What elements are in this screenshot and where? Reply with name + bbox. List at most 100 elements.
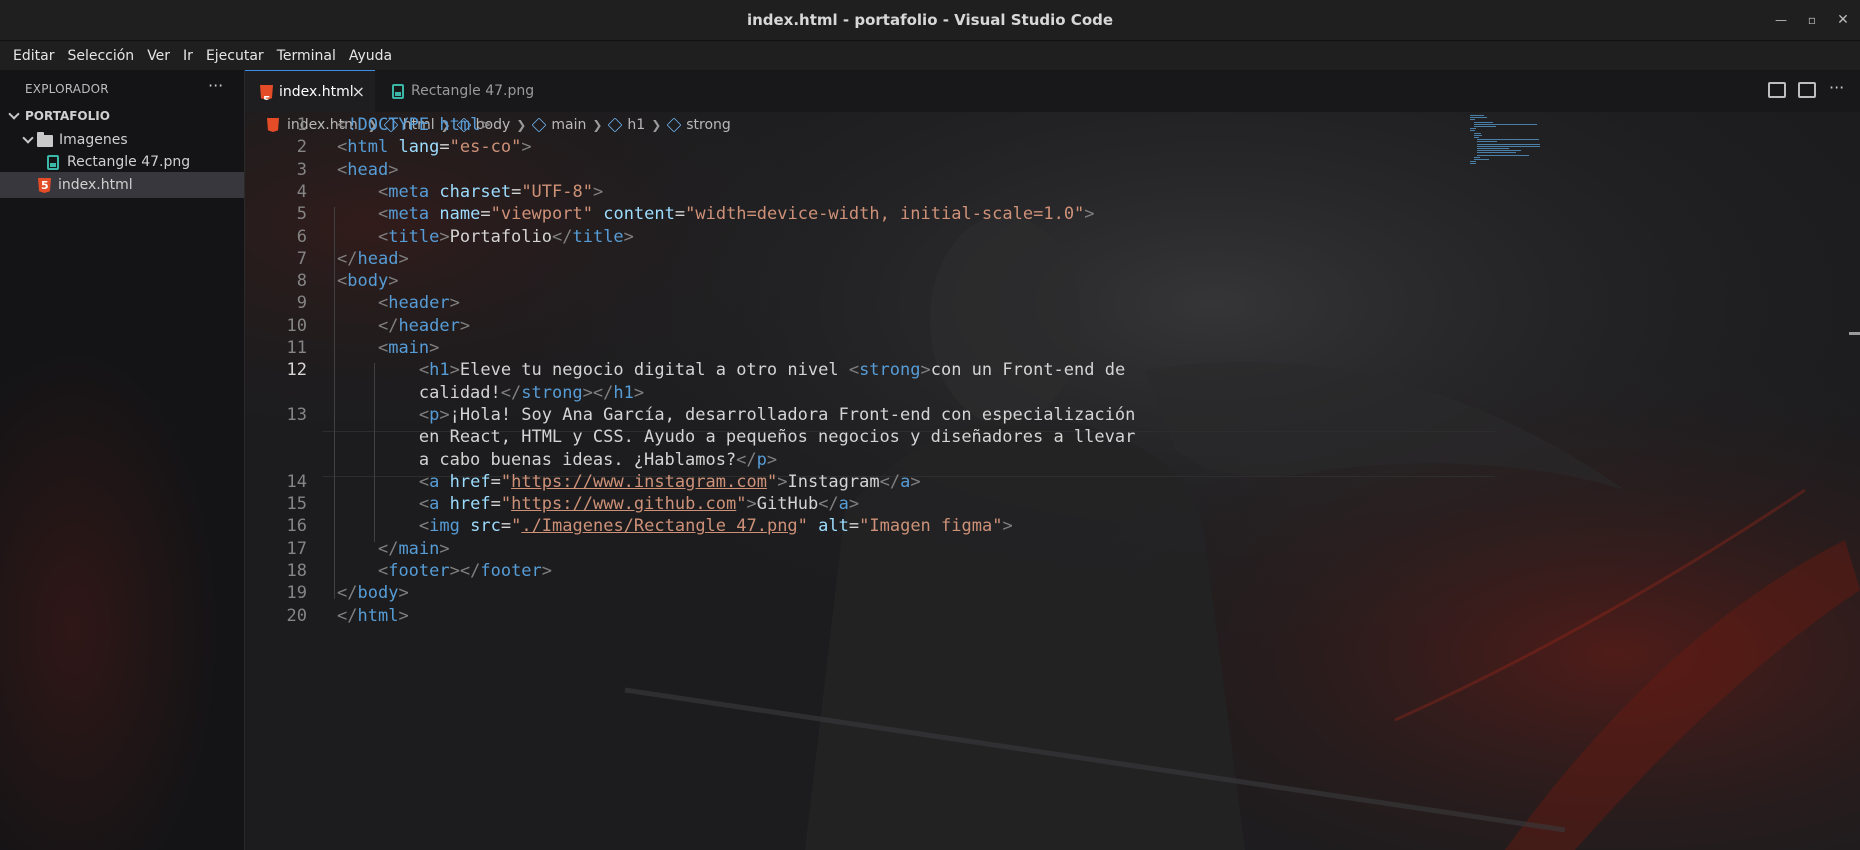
minimap-line: [1473, 134, 1482, 136]
minimap-line: [1473, 156, 1480, 158]
menu-ayuda[interactable]: Ayuda: [342, 44, 398, 68]
line-number[interactable]: 17: [245, 539, 307, 559]
minimap-line: [1477, 145, 1541, 147]
image-file-icon: [47, 155, 59, 170]
minimap-line: [1477, 154, 1530, 156]
minimap[interactable]: [1470, 115, 1590, 195]
folder-root-portafolio[interactable]: PORTAFOLIO: [0, 103, 244, 129]
line-number[interactable]: 19: [245, 583, 307, 603]
code-line[interactable]: <img src="./Imagenes/Rectangle 47.png" a…: [337, 516, 1013, 536]
file-index-html[interactable]: index.html: [0, 172, 244, 198]
line-number[interactable]: 14: [245, 472, 307, 492]
menu-ir[interactable]: Ir: [176, 44, 199, 68]
minimap-line: [1473, 121, 1494, 123]
tab-index-html[interactable]: index.html ×: [245, 70, 375, 112]
line-number[interactable]: 12: [245, 360, 307, 380]
tab-bar: index.html × Rectangle 47.png ···: [245, 70, 1860, 112]
code-line[interactable]: </main>: [337, 539, 450, 559]
line-number[interactable]: 10: [245, 316, 307, 336]
code-line[interactable]: calidad!</strong></h1>: [337, 383, 644, 403]
code-line[interactable]: <head>: [337, 160, 398, 180]
minimap-line: [1470, 161, 1477, 163]
code-line[interactable]: en React, HTML y CSS. Ayudo a pequeños n…: [337, 427, 1135, 447]
line-number[interactable]: 5: [245, 204, 307, 224]
indent-guide: [374, 363, 375, 542]
code-line[interactable]: <main>: [337, 338, 439, 358]
line-number[interactable]: 2: [245, 137, 307, 157]
indent-guide: [334, 207, 335, 599]
explorer-sidebar: EXPLORADOR ··· PORTAFOLIO Imagenes Recta…: [0, 70, 245, 850]
line-number[interactable]: 16: [245, 516, 307, 536]
line-number[interactable]: 9: [245, 293, 307, 313]
code-line[interactable]: <body>: [337, 271, 398, 291]
code-line[interactable]: <meta name="viewport" content="width=dev…: [337, 204, 1095, 224]
line-number[interactable]: 18: [245, 561, 307, 581]
more-actions-icon[interactable]: ···: [208, 76, 223, 95]
line-number[interactable]: 11: [245, 338, 307, 358]
minimap-line: [1477, 152, 1516, 154]
code-line[interactable]: <title>Portafolio</title>: [337, 227, 634, 247]
minimap-line: [1477, 150, 1522, 152]
explorer-header: EXPLORADOR: [25, 82, 109, 96]
minimap-line: [1477, 139, 1540, 141]
minimap-line: [1473, 159, 1489, 160]
line-number[interactable]: 4: [245, 182, 307, 202]
close-window-icon[interactable]: ✕: [1832, 10, 1854, 30]
folder-open-icon: [37, 132, 53, 147]
line-number[interactable]: 15: [245, 494, 307, 514]
minimap-line: [1470, 119, 1476, 121]
scrollbar-marker[interactable]: [1849, 332, 1860, 335]
line-number[interactable]: 1: [245, 115, 307, 135]
minimap-line: [1473, 132, 1481, 134]
code-line[interactable]: <meta charset="UTF-8">: [337, 182, 603, 202]
line-number[interactable]: 6: [245, 227, 307, 247]
minimap-line: [1470, 117, 1488, 119]
maximize-icon[interactable]: ▫: [1801, 10, 1823, 30]
open-preview-icon[interactable]: [1768, 82, 1786, 98]
minimap-line: [1473, 126, 1497, 127]
html-file-icon: [38, 178, 51, 193]
close-tab-icon[interactable]: ×: [352, 71, 365, 113]
menu-ver[interactable]: Ver: [140, 44, 176, 68]
window-title: index.html - portafolio - Visual Studio …: [746, 11, 1114, 29]
chevron-down-icon: [22, 134, 34, 146]
split-editor-icon[interactable]: [1798, 82, 1816, 98]
menu-terminal[interactable]: Terminal: [270, 44, 342, 68]
html-file-icon: [260, 85, 273, 100]
file-label: index.html: [58, 177, 133, 193]
line-number[interactable]: 13: [245, 405, 307, 425]
line-number[interactable]: 7: [245, 249, 307, 269]
minimap-line: [1470, 130, 1476, 132]
menu-editar[interactable]: Editar: [6, 44, 60, 68]
tab-rectangle-47-png[interactable]: Rectangle 47.png: [375, 70, 535, 112]
code-line[interactable]: </html>: [337, 606, 409, 626]
tab-label: Rectangle 47.png: [411, 83, 535, 99]
line-number[interactable]: 20: [245, 606, 307, 626]
code-line[interactable]: </header>: [337, 316, 470, 336]
code-line[interactable]: <!DOCTYPE html>: [337, 115, 491, 135]
code-line[interactable]: <html lang="es-co">: [337, 137, 532, 157]
line-number[interactable]: 3: [245, 160, 307, 180]
minimize-icon[interactable]: —: [1770, 10, 1792, 30]
sidebar-background: [0, 300, 244, 850]
root-folder-label: PORTAFOLIO: [25, 109, 110, 123]
menu-seleccion[interactable]: Selección: [60, 44, 140, 68]
code-line[interactable]: <a href="https://www.instagram.com">Inst…: [337, 472, 921, 492]
code-line[interactable]: <header>: [337, 293, 460, 313]
editor-area: index.html × Rectangle 47.png ··· index.…: [245, 70, 1860, 850]
code-line[interactable]: <h1>Eleve tu negocio digital a otro nive…: [337, 360, 1125, 380]
menu-ejecutar[interactable]: Ejecutar: [199, 44, 270, 68]
code-line[interactable]: a cabo buenas ideas. ¿Hablamos?</p>: [337, 450, 777, 470]
code-line[interactable]: <footer></footer>: [337, 561, 552, 581]
line-number[interactable]: 8: [245, 271, 307, 291]
more-tab-actions-icon[interactable]: ···: [1829, 78, 1844, 97]
title-bar: index.html - portafolio - Visual Studio …: [0, 0, 1860, 41]
code-line[interactable]: </body>: [337, 583, 409, 603]
image-file-icon: [392, 84, 404, 99]
code-editor[interactable]: 1 <!DOCTYPE html> 2 <html lang="es-co"> 3 <he…: [245, 115, 1860, 835]
code-line[interactable]: </head>: [337, 249, 409, 269]
code-line[interactable]: <p>¡Hola! Soy Ana García, desarrolladora…: [337, 405, 1136, 425]
minimap-line: [1477, 141, 1497, 143]
tab-label: index.html: [279, 84, 354, 100]
code-line[interactable]: <a href="https://www.github.com">GitHub<…: [337, 494, 859, 514]
